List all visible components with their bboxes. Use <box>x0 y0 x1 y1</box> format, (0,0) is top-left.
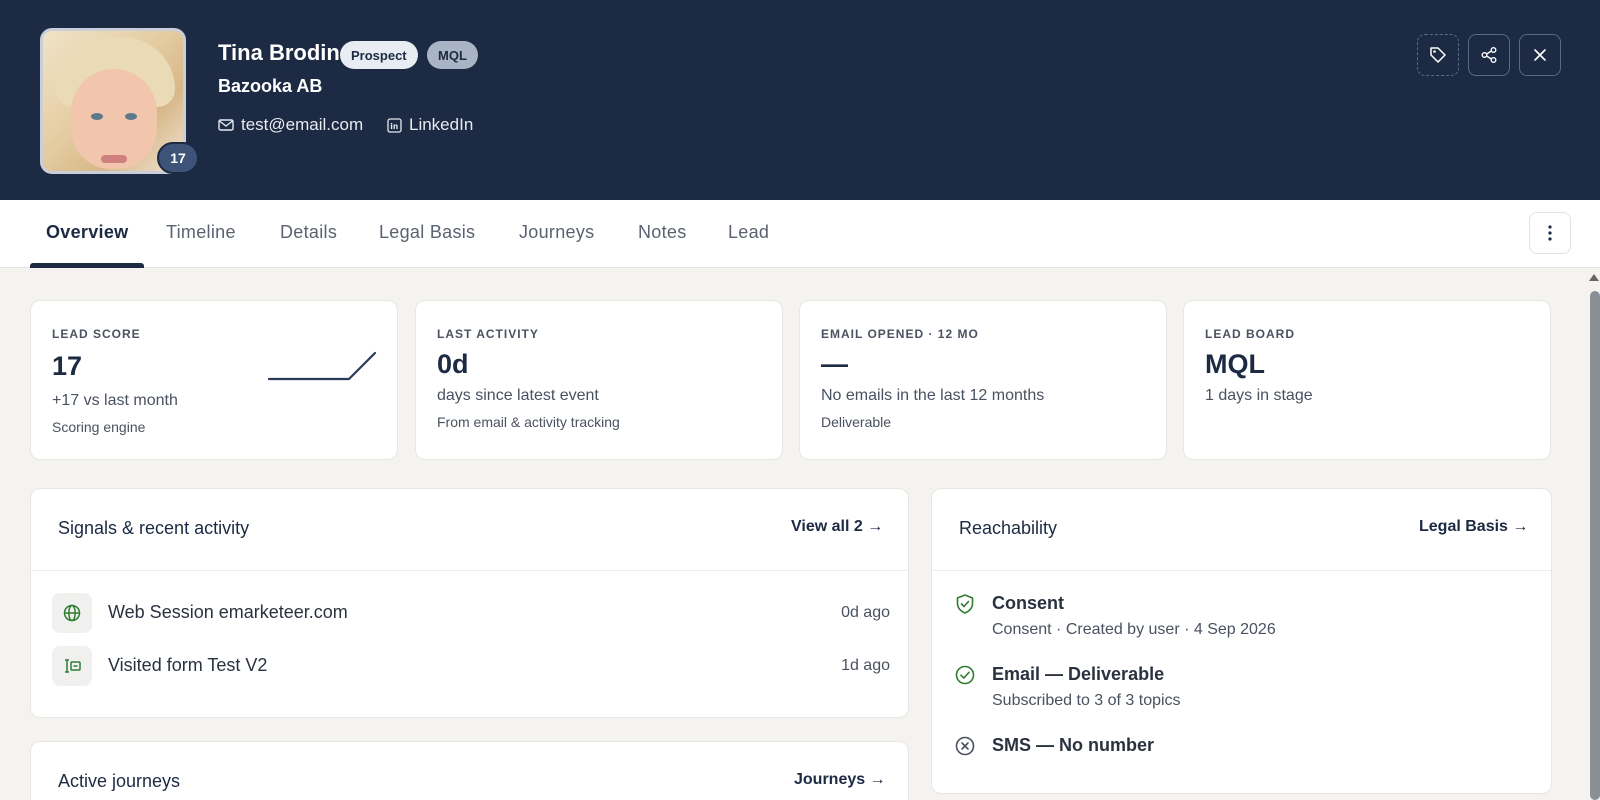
reachability-sub: Consent · Created by user · 4 Sep 2026 <box>992 621 1276 638</box>
email-link[interactable]: test@email.com <box>218 115 363 135</box>
score-sparkline <box>267 351 377 381</box>
kpi-email-opened: EMAIL OPENED · 12 MO — No emails in the … <box>799 300 1167 460</box>
journeys-link[interactable]: Journeys → <box>794 771 886 789</box>
more-options-button[interactable] <box>1529 212 1571 254</box>
legal-basis-link[interactable]: Legal Basis → <box>1419 518 1528 536</box>
tab-timeline[interactable]: Timeline <box>166 222 236 243</box>
kpi-sub: days since latest event <box>437 387 599 404</box>
shield-icon <box>954 593 976 615</box>
contact-header: 17 Tina Brodin Prospect MQL Bazooka AB t… <box>0 0 1600 200</box>
kpi-sub: +17 vs last month <box>52 392 178 409</box>
contact-name: Tina Brodin <box>218 40 340 65</box>
kpi-note: From email & activity tracking <box>437 414 620 430</box>
tab-notes[interactable]: Notes <box>638 222 687 243</box>
close-icon <box>1533 48 1547 62</box>
reachability-title: Email — Deliverable <box>992 664 1165 684</box>
signals-panel: Signals & recent activity View all 2 → W… <box>30 488 909 718</box>
x-circle-icon <box>954 735 976 757</box>
tag-button[interactable] <box>1417 34 1459 76</box>
tab-bar: Overview Timeline Details Legal Basis Jo… <box>0 200 1600 268</box>
score-badge: 17 <box>157 142 199 174</box>
kpi-lead-score: LEAD SCORE 17 +17 vs last month Scoring … <box>30 300 398 460</box>
reachability-panel: Reachability Legal Basis → Consent Conse… <box>931 488 1552 794</box>
tab-legal-basis[interactable]: Legal Basis <box>379 222 475 243</box>
view-all-link[interactable]: View all 2 → <box>791 518 883 536</box>
mail-icon <box>218 118 234 132</box>
kpi-label: LEAD SCORE <box>52 327 141 341</box>
kpi-value: MQL <box>1205 349 1265 379</box>
close-button[interactable] <box>1519 34 1561 76</box>
tab-overview[interactable]: Overview <box>46 222 128 243</box>
active-tab-indicator <box>30 263 144 268</box>
kpi-note: Scoring engine <box>52 419 146 435</box>
activity-text: Web Session emarketeer.com <box>108 602 348 622</box>
share-icon <box>1480 46 1498 64</box>
tag-icon <box>1429 46 1447 64</box>
scrollbar-thumb[interactable] <box>1590 291 1600 800</box>
panel-title: Reachability <box>959 518 1058 538</box>
svg-text:in: in <box>390 122 398 131</box>
panel-title: Signals & recent activity <box>58 518 250 538</box>
reachability-sub: Subscribed to 3 of 3 topics <box>992 692 1181 709</box>
kpi-value: 17 <box>52 351 83 381</box>
kpi-label: LEAD BOARD <box>1205 327 1295 341</box>
kpi-value: 0d <box>437 349 469 379</box>
form-icon <box>52 646 92 686</box>
reachability-title: SMS — No number <box>992 735 1155 755</box>
kpi-value: — <box>821 349 848 379</box>
email-text: test@email.com <box>241 115 364 134</box>
prospect-badge: Prospect <box>340 41 418 69</box>
tab-lead[interactable]: Lead <box>728 222 769 243</box>
activity-time: 1d ago <box>841 657 890 674</box>
linkedin-link[interactable]: in LinkedIn <box>387 115 473 135</box>
activity-time: 0d ago <box>841 604 890 621</box>
activity-row[interactable]: Visited form Test V2 1d ago <box>52 646 890 686</box>
journeys-panel: Active journeys Journeys → <box>30 741 909 800</box>
scroll-up-icon[interactable] <box>1589 274 1599 281</box>
check-circle-icon <box>954 664 976 686</box>
kpi-label: LAST ACTIVITY <box>437 327 539 341</box>
kebab-menu-icon <box>1548 225 1552 241</box>
mql-badge: MQL <box>427 41 478 69</box>
activity-row[interactable]: Web Session emarketeer.com 0d ago <box>52 593 890 633</box>
tab-journeys[interactable]: Journeys <box>519 222 594 243</box>
kpi-note: Deliverable <box>821 414 892 430</box>
kpi-lead-board: LEAD BOARD MQL 1 days in stage <box>1183 300 1551 460</box>
kpi-last-activity: LAST ACTIVITY 0d days since latest event… <box>415 300 783 460</box>
activity-text: Visited form Test V2 <box>108 655 268 675</box>
share-button[interactable] <box>1468 34 1510 76</box>
tab-details[interactable]: Details <box>280 222 337 243</box>
kpi-sub: 1 days in stage <box>1205 387 1313 404</box>
globe-icon <box>52 593 92 633</box>
reachability-title: Consent <box>992 593 1064 613</box>
linkedin-icon: in <box>387 117 402 133</box>
kpi-label: EMAIL OPENED · 12 MO <box>821 327 979 341</box>
linkedin-text: LinkedIn <box>409 115 474 134</box>
kpi-sub: No emails in the last 12 months <box>821 387 1045 404</box>
company-name: Bazooka AB <box>218 76 323 96</box>
panel-title: Active journeys <box>58 771 181 791</box>
